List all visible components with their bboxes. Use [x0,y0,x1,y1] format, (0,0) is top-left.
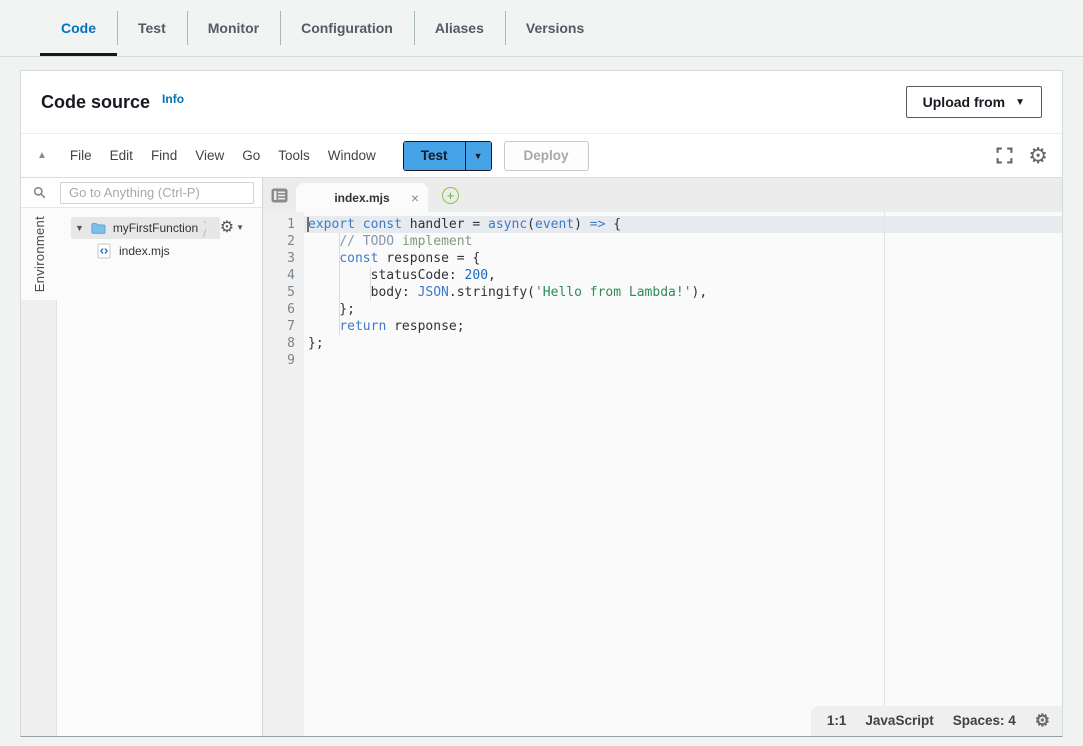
line-number-gutter: 123456789 [263,212,304,736]
code-source-panel: Code source Info Upload from ▼ ▲ FileEdi… [20,70,1063,737]
line-number[interactable]: 1 [263,216,295,233]
folder-icon [91,221,106,235]
toolbar-right: ⚙ [996,145,1048,167]
close-icon[interactable]: × [411,191,419,205]
search-icon [33,184,46,201]
menu-file[interactable]: File [61,148,101,163]
language-mode[interactable]: JavaScript [865,713,933,728]
menu-go[interactable]: Go [233,148,269,163]
editor-toolbar: ▲ FileEditFindViewGoToolsWindow Test ▼ D… [21,134,1062,178]
page-title: Code source [41,92,150,113]
code-source-header: Code source Info Upload from ▼ [21,71,1062,134]
code-lines: export const handler = async(event) => {… [304,216,1062,369]
function-nav: CodeTestMonitorConfigurationAliasesVersi… [0,0,1083,57]
tab-configuration[interactable]: Configuration [280,0,414,56]
menu-find[interactable]: Find [142,148,186,163]
folder-name: myFirstFunction [113,221,198,235]
code-line[interactable]: const response = { [304,250,1062,267]
menu-tools[interactable]: Tools [269,148,319,163]
file-tree: ▼ myFirstFunction - / ⚙▼ [57,208,262,736]
editor-tab-indexmjs[interactable]: index.mjs × [296,183,428,212]
code-line[interactable]: return response; [304,318,1062,335]
goto-anything-row [21,178,262,208]
explorer-body: Environment ▼ myFirstFunction - / [21,208,262,736]
tab-aliases[interactable]: Aliases [414,0,505,56]
folder-row-highlight: ▼ myFirstFunction - / [71,217,220,239]
code-line[interactable]: // TODO implement [304,233,1062,250]
code-line[interactable]: }; [304,335,1062,352]
code-line[interactable]: body: JSON.stringify('Hello from Lambda!… [304,284,1062,301]
code-line[interactable]: statusCode: 200, [304,267,1062,284]
spaces-setting[interactable]: Spaces: 4 [953,713,1016,728]
line-number[interactable]: 4 [263,267,295,284]
menu-edit[interactable]: Edit [101,148,142,163]
tab-versions[interactable]: Versions [505,0,605,56]
cursor-position[interactable]: 1:1 [827,713,847,728]
menu-window[interactable]: Window [319,148,385,163]
text-cursor [307,217,309,232]
line-number[interactable]: 8 [263,335,295,352]
folder-suffix: - / [203,216,212,240]
goto-anything-input[interactable] [60,182,254,204]
editor-tabstrip: index.mjs × + [263,178,1062,212]
code-line[interactable] [304,352,1062,369]
editor-statusbar: 1:1 JavaScript Spaces: 4 ⚙ [811,706,1062,736]
menu-view[interactable]: View [186,148,233,163]
line-number[interactable]: 9 [263,352,295,369]
editor-main: Environment ▼ myFirstFunction - / [21,178,1062,736]
deploy-button[interactable]: Deploy [504,141,589,171]
tab-test[interactable]: Test [117,0,187,56]
tab-list-icon[interactable] [271,188,288,203]
tab-monitor[interactable]: Monitor [187,0,280,56]
tab-code[interactable]: Code [40,0,117,56]
function-nav-tabs: CodeTestMonitorConfigurationAliasesVersi… [40,0,605,56]
line-number[interactable]: 2 [263,233,295,250]
code-line[interactable]: export const handler = async(event) => { [304,216,1062,233]
info-link[interactable]: Info [162,92,184,106]
environment-tab[interactable]: Environment [21,208,57,300]
editor-menubar: FileEditFindViewGoToolsWindow [61,148,385,163]
js-file-icon [97,243,111,259]
code-line[interactable]: }; [304,301,1062,318]
line-number[interactable]: 7 [263,318,295,335]
line-number[interactable]: 6 [263,301,295,318]
test-dropdown-button[interactable]: ▼ [465,142,491,170]
tree-row-folder[interactable]: ▼ myFirstFunction - / ⚙▼ [57,216,262,239]
test-button[interactable]: Test [404,142,465,170]
tree-settings-gear-icon[interactable]: ⚙▼ [220,220,244,236]
statusbar-gear-icon[interactable]: ⚙ [1035,712,1050,729]
chevron-down-icon: ▼ [1015,97,1025,108]
new-tab-plus-icon[interactable]: + [442,187,459,204]
side-tab-strip: Environment [21,208,57,736]
test-split-button: Test ▼ [403,141,492,171]
file-name: index.mjs [119,244,170,258]
tree-row-file[interactable]: index.mjs [57,239,262,262]
editor-settings-gear-icon[interactable]: ⚙ [1028,145,1048,167]
collapse-up-icon[interactable]: ▲ [37,150,47,161]
editor-column: index.mjs × + 123456789 export const han… [263,178,1062,736]
fullscreen-icon[interactable] [996,147,1013,164]
line-number[interactable]: 5 [263,284,295,301]
line-number[interactable]: 3 [263,250,295,267]
file-explorer-pane: Environment ▼ myFirstFunction - / [21,178,263,736]
code-pane[interactable]: export const handler = async(event) => {… [304,212,1062,736]
code-editor: 123456789 export const handler = async(e… [263,212,1062,736]
upload-from-button[interactable]: Upload from ▼ [906,86,1042,118]
caret-down-icon[interactable]: ▼ [75,223,84,233]
